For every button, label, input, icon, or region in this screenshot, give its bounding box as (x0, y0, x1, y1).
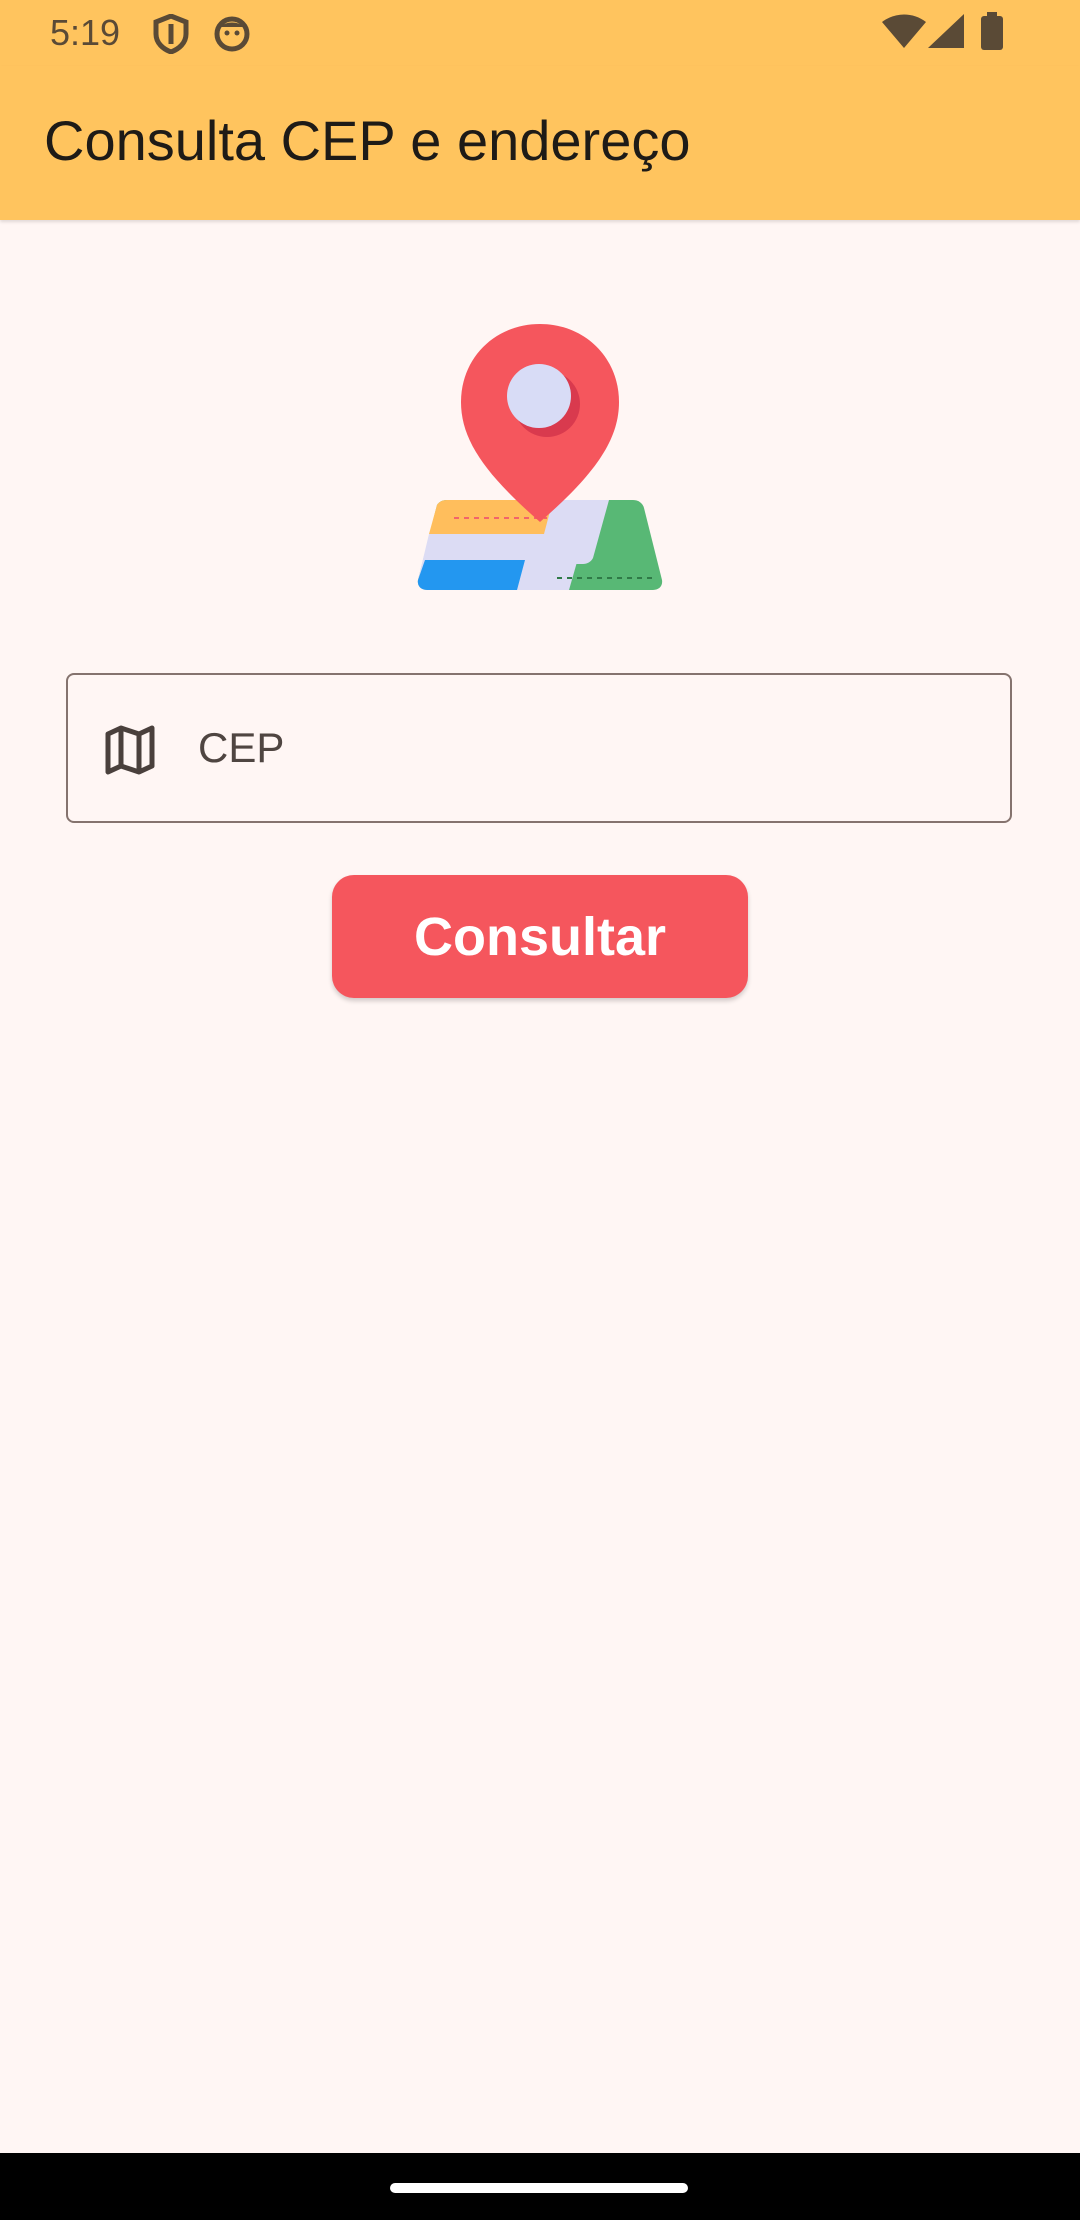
cep-field[interactable] (66, 673, 1012, 823)
consultar-button[interactable]: Consultar (332, 875, 748, 998)
face-icon (214, 16, 250, 52)
app-bar: Consulta CEP e endereço (0, 66, 1080, 220)
home-handle[interactable] (390, 2183, 688, 2193)
status-bar: 5:19 (0, 0, 1080, 66)
battery-icon (981, 12, 1003, 50)
shield-icon (153, 14, 189, 54)
map-pin-icon (417, 324, 663, 590)
wifi-icon (882, 14, 926, 48)
cep-input[interactable] (130, 675, 910, 821)
signal-icon (928, 14, 964, 48)
status-time: 5:19 (50, 12, 121, 53)
page-title: Consulta CEP e endereço (44, 109, 691, 172)
navigation-bar (0, 2153, 1080, 2220)
